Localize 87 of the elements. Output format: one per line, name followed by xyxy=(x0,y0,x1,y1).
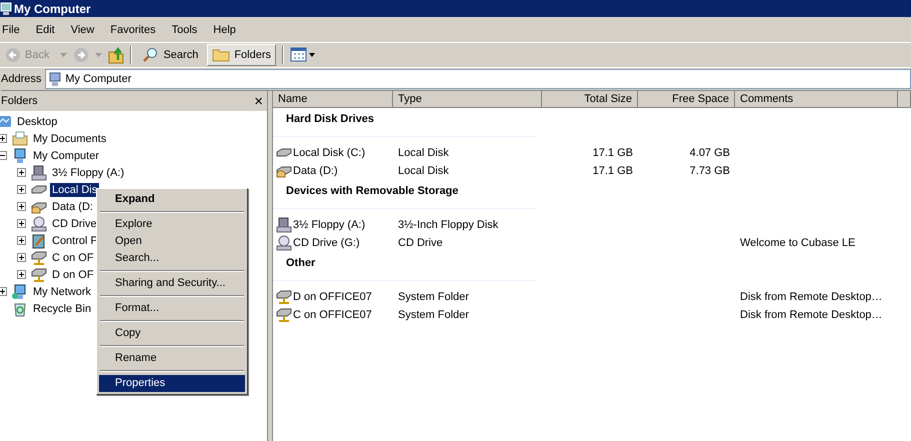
column-header[interactable]: Free Space xyxy=(638,91,735,108)
recycle-bin-icon xyxy=(12,300,28,316)
expander-icon[interactable] xyxy=(17,253,26,262)
expander-icon[interactable] xyxy=(0,151,7,160)
folder-icon xyxy=(212,48,230,62)
computer-icon xyxy=(48,72,62,86)
column-header[interactable]: Comments xyxy=(735,91,898,108)
tree-item[interactable]: My Network xyxy=(31,284,94,298)
menu-item[interactable]: Open xyxy=(99,233,245,250)
network-drive-icon xyxy=(276,289,292,305)
table-cell: 7.73 GB xyxy=(690,165,730,177)
item-name[interactable]: 3½ Floppy (A:) xyxy=(293,219,366,231)
documents-icon xyxy=(12,130,28,146)
cd-drive-icon xyxy=(31,216,47,232)
menu-item[interactable]: Favorites xyxy=(108,24,164,36)
item-name[interactable]: D on OFFICE07 xyxy=(293,291,372,303)
tree-item[interactable]: 3½ Floppy (A:) xyxy=(50,166,126,180)
table-cell: 17.1 GB xyxy=(592,165,633,177)
tree-item[interactable]: Data (D: xyxy=(50,200,95,214)
tree-item[interactable]: D on OF xyxy=(50,268,96,282)
table-cell: System Folder xyxy=(398,309,469,321)
column-header[interactable]: Type xyxy=(393,91,542,108)
table-cell: 4.07 GB xyxy=(690,147,730,159)
item-name[interactable]: Local Disk (C:) xyxy=(293,147,366,159)
menu-item[interactable]: Copy xyxy=(99,325,245,342)
item-name[interactable]: CD Drive (G:) xyxy=(293,237,360,249)
back-icon xyxy=(5,47,21,63)
expander-icon[interactable] xyxy=(17,168,26,177)
menu-item[interactable]: Help xyxy=(211,24,244,36)
menu-item[interactable]: Search... xyxy=(99,250,245,267)
address-label: Address xyxy=(1,73,42,85)
menu-item[interactable]: File xyxy=(0,24,28,36)
table-cell: 3½-Inch Floppy Disk xyxy=(398,219,498,231)
tree-item[interactable]: My Computer xyxy=(31,148,102,162)
table-cell: Welcome to Cubase LE xyxy=(740,237,856,249)
network-icon xyxy=(12,284,28,300)
tree-item[interactable]: CD Drive xyxy=(50,216,99,230)
network-drive-icon xyxy=(276,307,292,323)
table-cell: Disk from Remote Desktop… xyxy=(740,291,882,303)
search-button[interactable]: Search xyxy=(138,44,204,66)
table-cell: System Folder xyxy=(398,291,469,303)
expander-icon[interactable] xyxy=(17,270,26,279)
tree-item[interactable]: C on OF xyxy=(50,250,96,264)
menu-item[interactable]: Format... xyxy=(99,300,245,317)
tree-item[interactable]: Recycle Bin xyxy=(31,302,94,316)
expander-icon[interactable] xyxy=(17,202,26,211)
table-cell: CD Drive xyxy=(398,237,443,249)
expander-icon[interactable] xyxy=(0,287,7,296)
tree-item[interactable]: Desktop xyxy=(15,114,60,128)
views-icon[interactable] xyxy=(290,47,316,63)
column-header[interactable]: Total Size xyxy=(542,91,638,108)
expander-icon[interactable] xyxy=(17,219,26,228)
folder-up-icon[interactable] xyxy=(108,46,124,64)
menu-item[interactable]: Edit xyxy=(34,24,63,36)
network-drive-icon xyxy=(31,266,47,282)
computer-icon xyxy=(12,148,28,164)
table-cell: Local Disk xyxy=(398,165,449,177)
floppy-drive-icon xyxy=(31,164,47,180)
menu-item[interactable]: Properties xyxy=(99,375,245,392)
menu-item[interactable]: Explore xyxy=(99,216,245,233)
network-drive-icon xyxy=(31,250,47,266)
floppy-drive-icon xyxy=(276,217,292,233)
expander-icon[interactable] xyxy=(17,185,26,194)
address-field[interactable]: My Computer xyxy=(45,69,911,89)
item-name[interactable]: C on OFFICE07 xyxy=(293,309,372,321)
menu-item[interactable]: View xyxy=(68,24,102,36)
menu-item[interactable]: Tools xyxy=(170,24,206,36)
cd-drive-icon xyxy=(276,235,292,251)
tree-item[interactable]: Local Dis xyxy=(50,182,100,196)
column-header[interactable]: Name xyxy=(273,91,393,108)
pane-title: Folders xyxy=(1,95,38,107)
table-cell: Disk from Remote Desktop… xyxy=(740,309,882,321)
table-cell: Local Disk xyxy=(398,147,449,159)
tree-item[interactable]: My Documents xyxy=(31,132,108,146)
computer-icon xyxy=(0,2,12,16)
menu-item[interactable]: Expand xyxy=(99,191,245,208)
close-button[interactable]: × xyxy=(254,92,263,110)
window-title: My Computer xyxy=(14,2,91,16)
table-cell: 17.1 GB xyxy=(592,147,633,159)
menu-item[interactable]: Sharing and Security... xyxy=(99,275,245,292)
menu-item[interactable]: Rename xyxy=(99,350,245,367)
control-panel-icon xyxy=(31,232,47,248)
item-name[interactable]: Data (D:) xyxy=(293,165,338,177)
expander-icon[interactable] xyxy=(17,236,26,245)
folders-button[interactable]: Folders xyxy=(207,44,276,66)
expander-icon[interactable] xyxy=(0,134,7,143)
search-icon xyxy=(143,47,160,63)
